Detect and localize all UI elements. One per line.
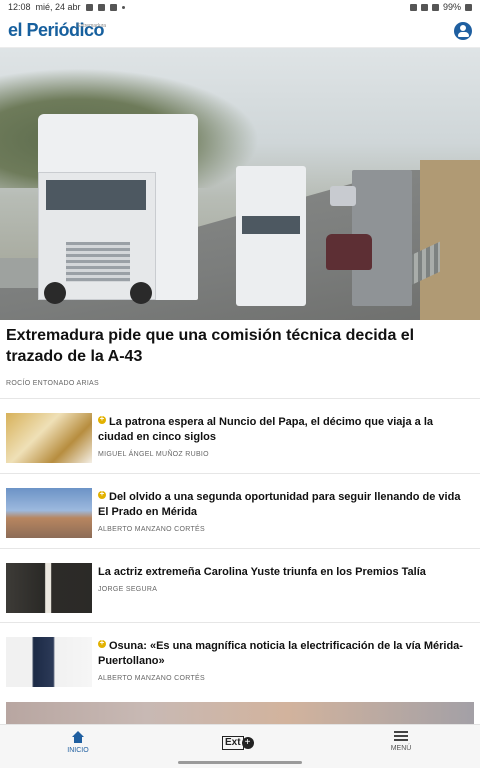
lead-article-author: ROCÍO ENTONADO ARIAS [6,380,99,387]
logo[interactable]: el Periódico Extremadura [8,20,107,41]
mail-icon [97,3,105,11]
truck-wheel [44,282,66,304]
hero-image[interactable] [0,48,480,320]
account-icon[interactable] [454,21,472,40]
mute-icon [409,3,417,11]
battery-icon [465,3,472,11]
status-bar: 12:08 mié, 24 abr 99% [0,0,480,14]
article-thumbnail[interactable] [6,488,92,538]
article-item[interactable]: La actriz extremeña Carolina Yuste triun… [0,548,480,622]
premium-plus-icon [98,489,106,499]
article-item[interactable]: Del olvido a una segunda oportunidad par… [0,473,480,547]
article-item[interactable]: La patrona espera al Nuncio del Papa, el… [0,398,480,472]
premium-plus-icon [98,638,106,648]
article-item[interactable]: Osuna: «Es una magnífica noticia la elec… [0,622,480,696]
nav-home-label: INICIO [67,747,89,754]
article-title[interactable]: La actriz extremeña Carolina Yuste triun… [98,565,466,580]
truck-grille [66,242,130,282]
article-thumbnail[interactable] [6,637,92,687]
logo-subtitle: Extremadura [77,23,107,29]
hero-car [326,234,372,270]
lead-article[interactable]: Extremadura pide que una comisión técnic… [6,325,468,387]
hero-truck-front [38,114,198,304]
article-title-text: Osuna: «Es una magnífica noticia la elec… [98,640,463,667]
article-author: MIGUEL ÁNGEL MUÑOZ RUBIO [98,451,209,458]
nav-menu[interactable]: MENÚ [386,731,416,752]
gallery-icon [85,3,93,11]
truck-windshield [46,180,146,210]
hero-car-far [330,186,356,206]
home-icon [71,731,85,743]
article-author: ALBERTO MANZANO CORTÉS [98,675,205,682]
app-header: el Periódico Extremadura [0,14,480,48]
article-title-text: Del olvido a una segunda oportunidad par… [98,491,461,518]
article-thumbnail[interactable] [6,563,92,613]
plus-icon: + [241,737,254,749]
cloud-icon [109,3,117,11]
article-author: JORGE SEGURA [98,586,158,593]
article-title-text: La actriz extremeña Carolina Yuste triun… [98,566,426,578]
hamburger-menu-icon [394,731,408,741]
article-author: ALBERTO MANZANO CORTÉS [98,526,205,533]
article-title-text: La patrona espera al Nuncio del Papa, el… [98,416,434,443]
wifi-icon [420,3,428,11]
nav-menu-label: MENÚ [390,745,412,752]
article-thumbnail[interactable] [6,413,92,463]
next-article-image[interactable] [6,702,474,724]
more-notifications-icon [121,5,125,9]
battery-level: 99% [442,2,461,12]
nav-extra-label: Ext [222,736,244,750]
article-title[interactable]: Osuna: «Es una magnífica noticia la elec… [98,638,466,669]
status-date: mié, 24 abr [35,2,81,12]
bottom-nav: INICIO Ext + MENÚ [0,724,480,768]
hero-truck-mid [236,166,306,306]
article-title[interactable]: Del olvido a una segunda oportunidad par… [98,489,466,520]
nav-extra[interactable]: Ext + [222,735,258,751]
article-title[interactable]: La patrona espera al Nuncio del Papa, el… [98,414,466,445]
gesture-bar[interactable] [178,761,302,764]
hero-field [420,160,480,320]
status-time: 12:08 [8,2,31,12]
truck-wheel [130,282,152,304]
premium-plus-icon [98,414,106,424]
nav-home[interactable]: INICIO [58,729,98,754]
truck-windshield [242,216,300,234]
signal-icon [431,3,439,11]
lead-article-title[interactable]: Extremadura pide que una comisión técnic… [6,325,468,367]
